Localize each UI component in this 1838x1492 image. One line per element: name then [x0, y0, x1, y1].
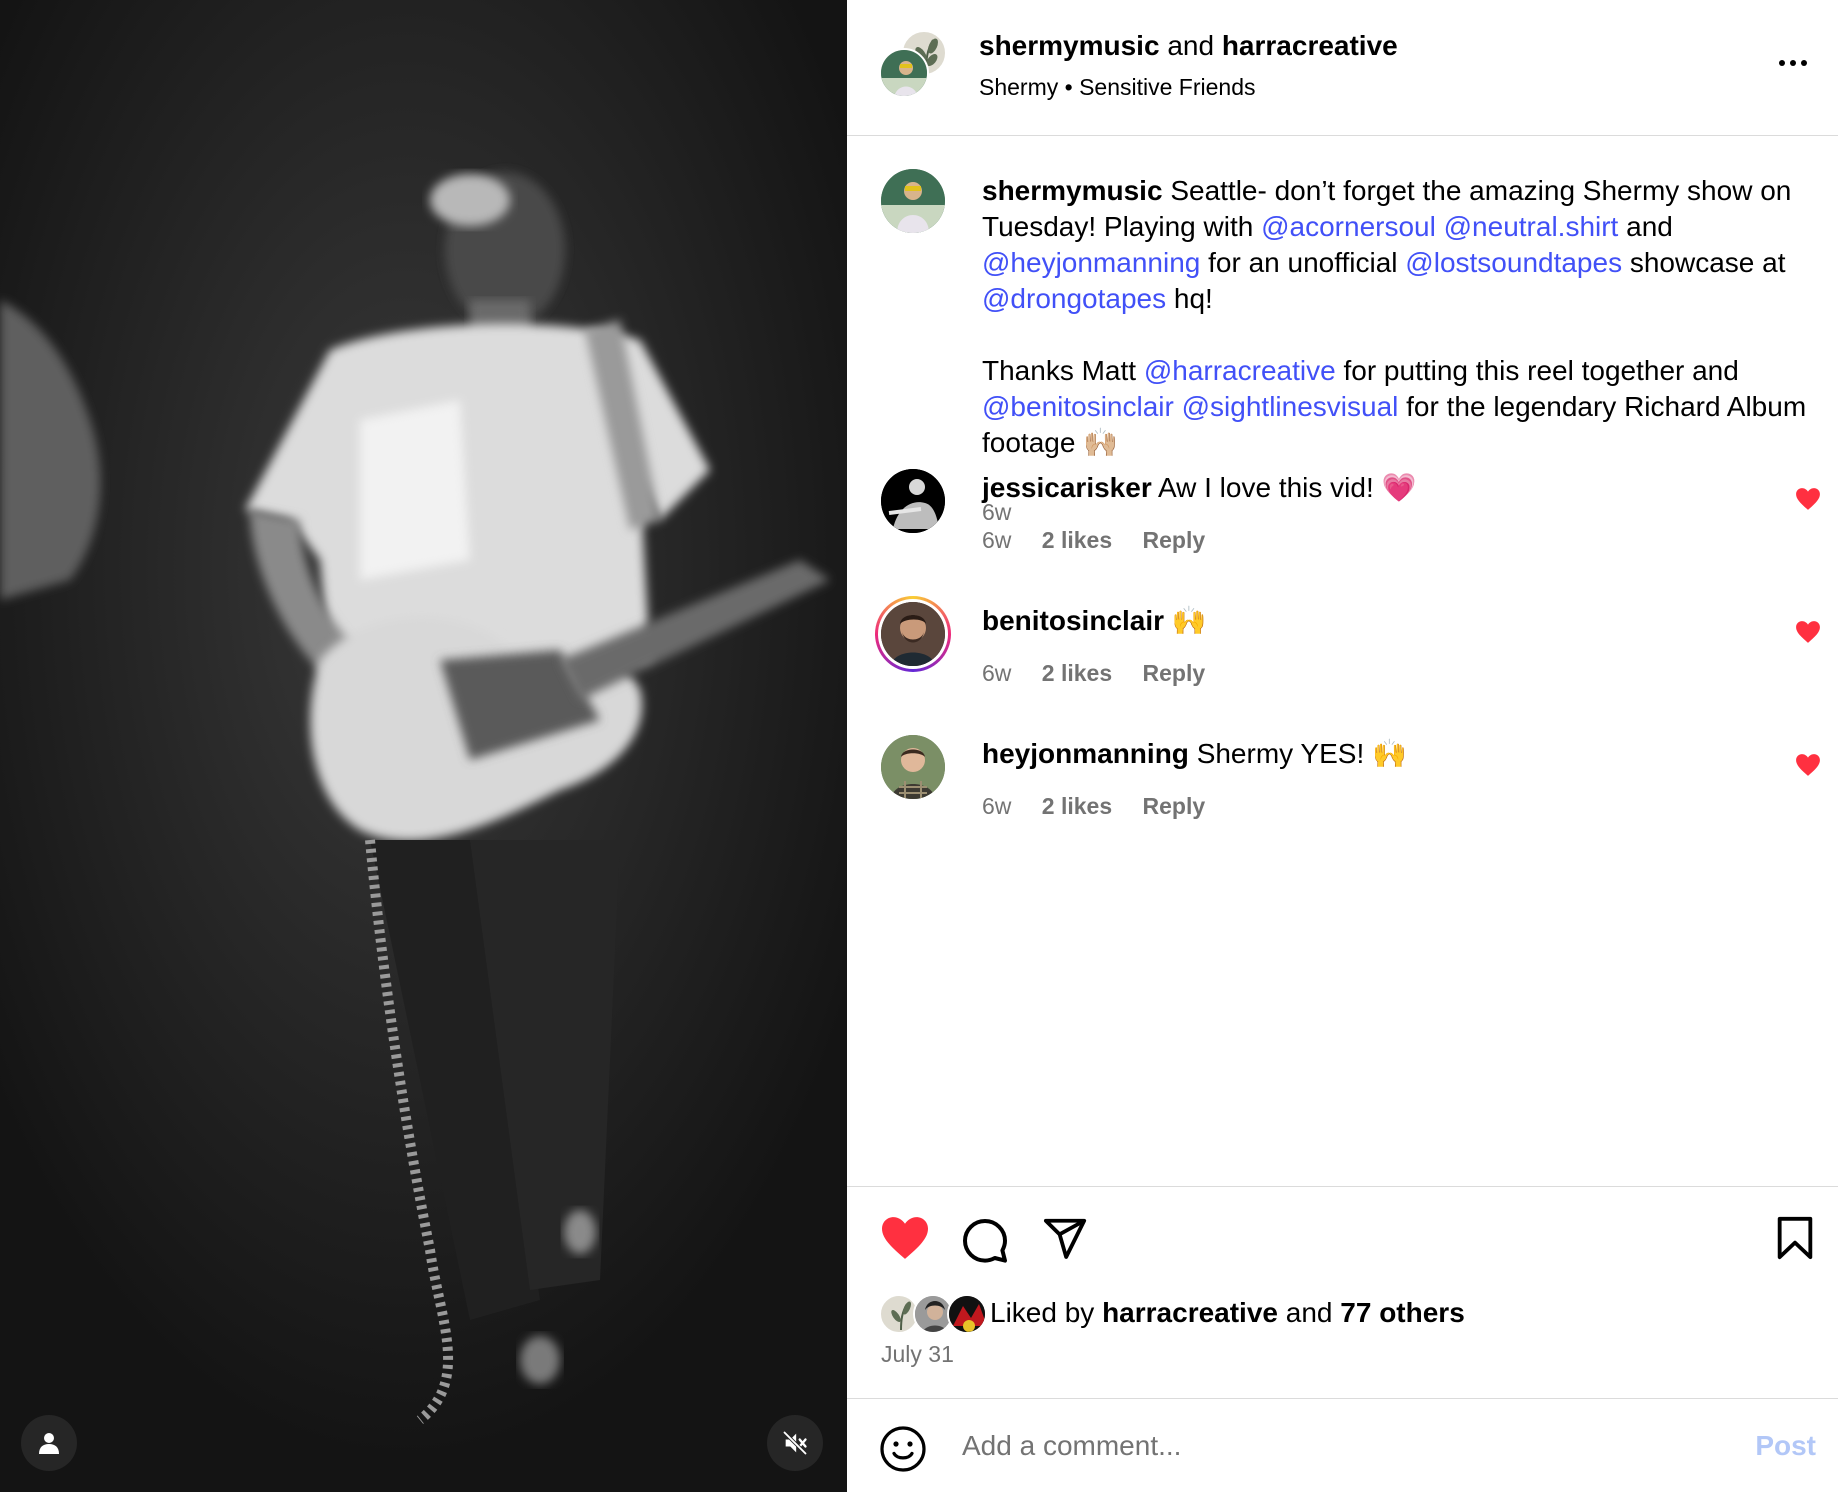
- avatar[interactable]: [881, 602, 945, 666]
- comment-body: Shermy YES!: [1196, 738, 1365, 769]
- comment-username[interactable]: benitosinclair: [982, 605, 1164, 636]
- reply-button[interactable]: Reply: [1143, 527, 1206, 553]
- reply-button[interactable]: Reply: [1143, 660, 1206, 686]
- comment-text: benitosinclair 🙌: [982, 604, 1207, 637]
- avatar[interactable]: [881, 469, 945, 533]
- comments-list[interactable]: shermymusic Seattle- don’t forget the am…: [847, 137, 1838, 1185]
- story-ring[interactable]: [875, 596, 951, 672]
- liked-by-joiner: and: [1285, 1297, 1333, 1328]
- speaker-muted-icon: [783, 1431, 807, 1455]
- avatar[interactable]: [881, 169, 945, 233]
- comment-composer: Post: [847, 1398, 1838, 1492]
- caption-segment: hq!: [1166, 283, 1213, 314]
- avatar[interactable]: [881, 735, 945, 799]
- comment-item: heyjonmanning Shermy YES! 🙌 6w 2 likes R…: [881, 735, 1821, 845]
- comment-emoji: 🙌: [1372, 738, 1407, 769]
- caption-segment: showcase at: [1622, 247, 1786, 278]
- comment-item: benitosinclair 🙌 6w 2 likes Reply: [875, 596, 1821, 712]
- comment-item: jessicarisker Aw I love this vid! 💗 6w 2…: [881, 469, 1821, 579]
- mention-link[interactable]: @drongotapes: [982, 283, 1166, 314]
- mention-link[interactable]: @benitosinclair: [982, 391, 1174, 422]
- heart-filled-icon[interactable]: [879, 1215, 931, 1261]
- liked-by-user[interactable]: harracreative: [1102, 1297, 1278, 1328]
- audio-artist[interactable]: Shermy: [979, 74, 1058, 100]
- collaborator-link[interactable]: harracreative: [1222, 30, 1398, 61]
- avatar[interactable]: [879, 48, 929, 98]
- comment-emoji: 💗: [1381, 472, 1417, 503]
- mention-link[interactable]: @heyjonmanning: [982, 247, 1200, 278]
- comment-bubble-icon[interactable]: [961, 1215, 1009, 1263]
- post-actions: Liked by harracreative and 77 others Jul…: [847, 1186, 1838, 1398]
- audio-title[interactable]: Sensitive Friends: [1079, 74, 1255, 100]
- caption-emoji: 🙌🏼: [1083, 427, 1119, 458]
- comment-likes[interactable]: 2 likes: [1042, 793, 1112, 819]
- post-authors: shermymusic and harracreative: [979, 30, 1398, 62]
- comment-time[interactable]: 6w: [982, 527, 1011, 553]
- comment-time[interactable]: 6w: [982, 793, 1011, 819]
- post-side-panel: shermymusic and harracreative Shermy • S…: [847, 0, 1838, 1492]
- tagged-people-button[interactable]: [21, 1415, 77, 1471]
- comment-input[interactable]: [962, 1421, 1662, 1471]
- reply-button[interactable]: Reply: [1143, 793, 1206, 819]
- bookmark-icon[interactable]: [1774, 1215, 1816, 1261]
- comment-time[interactable]: 6w: [982, 660, 1011, 686]
- mention-link[interactable]: @neutral.shirt: [1444, 211, 1619, 242]
- post-date[interactable]: July 31: [881, 1341, 954, 1368]
- comment-username[interactable]: jessicarisker: [982, 472, 1152, 503]
- post-header: shermymusic and harracreative Shermy • S…: [847, 0, 1838, 136]
- person-tag-icon: [39, 1433, 59, 1454]
- heart-filled-icon[interactable]: [1795, 753, 1821, 777]
- collab-avatars[interactable]: [879, 30, 949, 98]
- caption-segment: for putting this reel together and: [1335, 355, 1739, 386]
- mention-link[interactable]: @sightlinesvisual: [1182, 391, 1399, 422]
- comment-text: jessicarisker Aw I love this vid! 💗: [982, 471, 1416, 504]
- audio-attribution[interactable]: Shermy • Sensitive Friends: [979, 74, 1256, 101]
- comment-likes[interactable]: 2 likes: [1042, 660, 1112, 686]
- caption-segment: for an unofficial: [1200, 247, 1406, 278]
- more-horizontal-icon: [1779, 60, 1785, 66]
- comment-text: heyjonmanning Shermy YES! 🙌: [982, 737, 1407, 770]
- likes-count-link[interactable]: 77 others: [1340, 1297, 1465, 1328]
- author-joiner: and: [1167, 30, 1215, 61]
- comment-likes[interactable]: 2 likes: [1042, 527, 1112, 553]
- post-comment-button[interactable]: Post: [1755, 1430, 1816, 1462]
- comment-meta: 6w 2 likes Reply: [982, 660, 1229, 687]
- mention-link[interactable]: @harracreative: [1144, 355, 1336, 386]
- author-link[interactable]: shermymusic: [979, 30, 1160, 61]
- audio-separator: •: [1064, 74, 1073, 100]
- caption-segment: and: [1618, 211, 1673, 242]
- comment-meta: 6w 2 likes Reply: [982, 527, 1229, 554]
- video-frame: [0, 0, 847, 1492]
- comment-body: Aw I love this vid!: [1157, 472, 1374, 503]
- liker-avatars[interactable]: [879, 1294, 989, 1334]
- mention-link[interactable]: @lostsoundtapes: [1405, 247, 1622, 278]
- liked-by-summary: Liked by harracreative and 77 others: [990, 1297, 1465, 1329]
- more-options-button[interactable]: [1770, 48, 1816, 78]
- caption-segment: Thanks Matt: [982, 355, 1144, 386]
- post-video[interactable]: [0, 0, 847, 1492]
- smiley-icon[interactable]: [879, 1425, 927, 1473]
- caption-username[interactable]: shermymusic: [982, 175, 1163, 206]
- mention-link[interactable]: @acornersoul: [1261, 211, 1436, 242]
- paper-plane-icon[interactable]: [1041, 1215, 1089, 1261]
- heart-filled-icon[interactable]: [1795, 620, 1821, 644]
- comment-meta: 6w 2 likes Reply: [982, 793, 1229, 820]
- comment-emoji: 🙌: [1171, 605, 1207, 636]
- liked-by-prefix: Liked by: [990, 1297, 1095, 1328]
- heart-filled-icon[interactable]: [1795, 487, 1821, 511]
- mute-button[interactable]: [767, 1415, 823, 1471]
- comment-username[interactable]: heyjonmanning: [982, 738, 1189, 769]
- caption-text: shermymusic Seattle- don’t forget the am…: [982, 173, 1812, 461]
- avatar: [947, 1294, 987, 1334]
